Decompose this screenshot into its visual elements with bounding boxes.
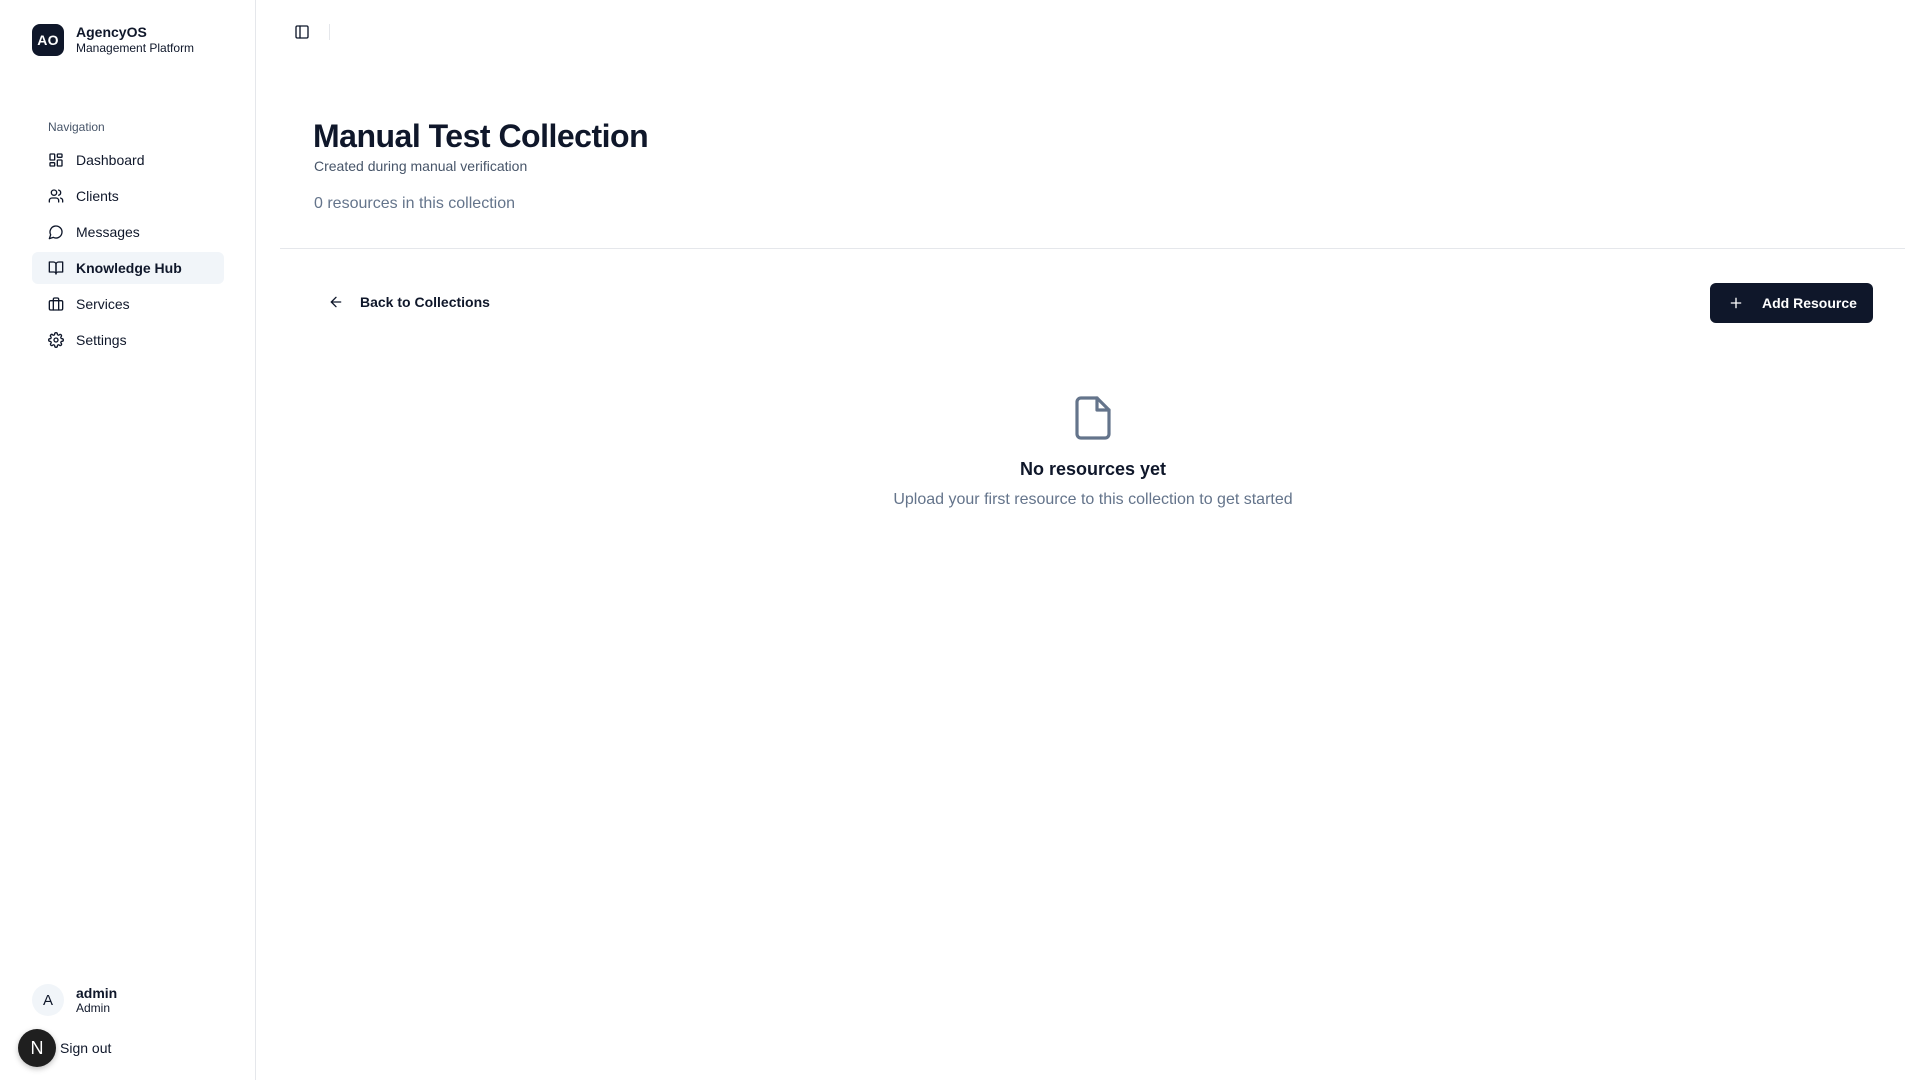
user-role: Admin	[76, 1000, 111, 1015]
message-circle-icon	[48, 224, 64, 240]
header-divider	[280, 248, 1905, 249]
panel-left-icon	[295, 25, 309, 39]
briefcase-icon	[48, 296, 64, 312]
plus-icon	[1728, 295, 1744, 311]
sidebar-item-label: Settings	[76, 332, 127, 348]
brand[interactable]: AO AgencyOS Management Platform	[32, 24, 194, 56]
add-resource-button[interactable]: Add Resource	[1710, 283, 1873, 323]
sidebar-item-label: Knowledge Hub	[76, 260, 182, 276]
signout-row: N Sign out	[18, 1029, 111, 1067]
book-open-icon	[48, 260, 64, 276]
empty-state-title: No resources yet	[1019, 459, 1167, 479]
nav-heading: Navigation	[48, 120, 105, 134]
sidebar-item-dashboard[interactable]: Dashboard	[32, 144, 224, 176]
back-to-collections-button[interactable]: Back to Collections	[314, 286, 506, 318]
users-icon	[48, 188, 64, 204]
user-text: admin Admin	[76, 985, 117, 1016]
page-description: Created during manual verification	[314, 158, 528, 174]
empty-state-subtitle: Upload your first resource to this colle…	[893, 491, 1293, 508]
topbar-separator	[329, 24, 330, 40]
sidebar-item-knowledge-hub[interactable]: Knowledge Hub	[32, 252, 224, 284]
sidebar-item-clients[interactable]: Clients	[32, 180, 224, 212]
add-button-label: Add Resource	[1762, 295, 1857, 311]
file-icon	[1075, 396, 1111, 440]
page-title: Manual Test Collection	[313, 118, 649, 154]
sidebar-item-messages[interactable]: Messages	[32, 216, 224, 248]
sidebar-item-settings[interactable]: Settings	[32, 324, 224, 356]
arrow-left-icon	[328, 294, 344, 310]
dashboard-icon	[48, 152, 64, 168]
user-name: admin	[76, 984, 118, 1001]
back-button-label: Back to Collections	[360, 294, 490, 310]
dev-badge-letter: N	[30, 1037, 44, 1058]
sidebar-nav: Dashboard Clients Messages Knowledge Hub…	[32, 144, 224, 360]
sidebar-toggle-button[interactable]	[292, 22, 312, 42]
resource-count: 0 resources in this collection	[314, 195, 515, 212]
sign-out-button[interactable]: Sign out	[60, 1040, 111, 1056]
brand-logo: AO	[32, 24, 64, 56]
brand-subtitle: Management Platform	[76, 41, 195, 55]
dev-tools-badge[interactable]: N	[18, 1029, 56, 1067]
empty-state: No resources yet Upload your first resou…	[780, 394, 1406, 509]
gear-icon	[48, 332, 64, 348]
sidebar-item-label: Messages	[76, 224, 140, 240]
brand-text: AgencyOS Management Platform	[76, 24, 194, 56]
brand-name: AgencyOS	[76, 24, 147, 40]
sidebar-item-label: Services	[76, 296, 130, 312]
sidebar-item-services[interactable]: Services	[32, 288, 224, 320]
sidebar-item-label: Dashboard	[76, 152, 145, 168]
sidebar-item-label: Clients	[76, 188, 119, 204]
sidebar: AO AgencyOS Management Platform Navigati…	[0, 0, 256, 1080]
user-profile[interactable]: A admin Admin	[32, 984, 117, 1016]
avatar: A	[32, 984, 64, 1016]
